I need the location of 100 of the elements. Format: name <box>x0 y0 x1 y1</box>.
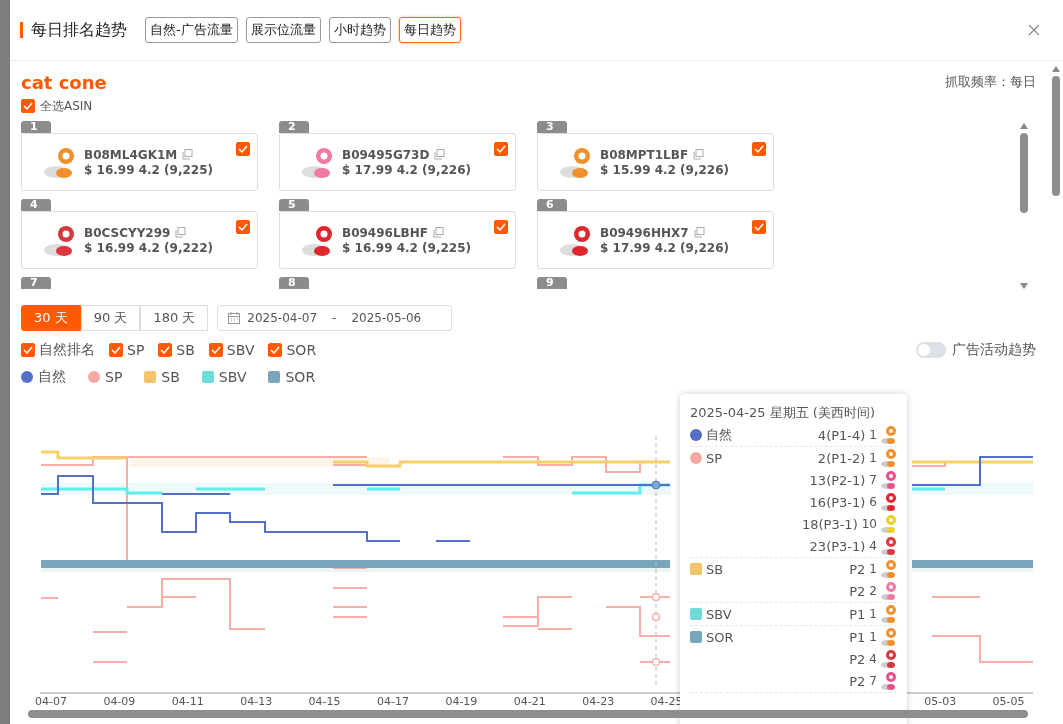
checkbox-label: 全选ASIN <box>40 97 93 115</box>
product-index: 4 <box>869 539 877 553</box>
card-number: 2 <box>279 121 309 133</box>
product-index: 1 <box>869 451 877 465</box>
legend-label[interactable]: SB <box>161 369 180 385</box>
product-index: 4 <box>869 652 877 666</box>
keyword-title: cat cone <box>21 71 107 93</box>
product-index: 1 <box>869 562 877 576</box>
product-card[interactable]: B09496LBHF $ 16.99 4.2 (9,225) <box>279 211 516 269</box>
legend-label[interactable]: 自然 <box>38 368 66 386</box>
product-index: 10 <box>861 517 877 531</box>
axis-label: 04-13 <box>239 695 274 708</box>
scrollbar[interactable] <box>28 710 1028 718</box>
copy-icon[interactable] <box>175 227 187 238</box>
copy-icon[interactable] <box>432 227 444 238</box>
checkbox[interactable] <box>158 343 173 357</box>
product-card[interactable]: B0CSCYY299 $ 16.99 4.2 (9,222) <box>21 211 258 269</box>
axis-label: 04-07 <box>34 695 68 708</box>
card-number: 8 <box>279 277 309 289</box>
checkbox-label: 自然排名 <box>39 341 95 359</box>
checkbox[interactable] <box>752 220 766 234</box>
price-rating-text: $ 16.99 4.2 (9,222) <box>84 240 214 255</box>
copy-icon[interactable] <box>693 149 705 160</box>
calendar-icon <box>228 312 241 324</box>
checkbox[interactable] <box>268 343 283 357</box>
series-name: 自然 <box>706 426 732 444</box>
checkbox[interactable] <box>109 343 123 357</box>
product-index: 7 <box>869 674 877 688</box>
copy-icon[interactable] <box>182 149 194 160</box>
product-index: 2 <box>869 584 877 598</box>
series-name: SBV <box>706 606 732 622</box>
rank-text: P1 <box>849 606 866 622</box>
product-index: 1 <box>869 428 877 442</box>
rank-text: P2 <box>849 561 866 577</box>
price-rating-text: $ 17.99 4.2 (9,226) <box>342 162 472 177</box>
legend-label[interactable]: SOR <box>285 369 316 385</box>
product-card[interactable]: B08MPT1LBF $ 15.99 4.2 (9,226) <box>537 133 774 191</box>
asin-text: B09495G73D <box>342 147 430 162</box>
checkbox-label: SB <box>176 342 195 358</box>
date-range-field[interactable]: 2025-04-07 - 2025-05-06 <box>217 305 453 331</box>
checkbox-label: SP <box>127 342 145 358</box>
legend-label[interactable]: SP <box>105 369 123 385</box>
price-rating-text: $ 16.99 4.2 (9,225) <box>84 162 214 177</box>
checkbox-label: SOR <box>286 342 317 358</box>
rank-text: 16(P3-1) <box>809 494 866 510</box>
rank-text: 4(P1-4) <box>817 427 866 443</box>
card-number: 4 <box>21 199 51 211</box>
series-name: SB <box>706 561 724 577</box>
card-number: 9 <box>537 277 567 289</box>
product-index: 1 <box>869 630 877 644</box>
axis-label: 05-05 <box>991 695 1026 708</box>
axis-label: 04-11 <box>170 695 205 708</box>
checkbox[interactable] <box>236 220 250 234</box>
rank-text: P2 <box>849 651 866 667</box>
card-number: 1 <box>21 121 51 133</box>
rank-text: 2(P1-2) <box>817 450 866 466</box>
toggle-label: 广告活动趋势 <box>952 341 1036 359</box>
rank-text: P1 <box>849 629 866 645</box>
price-rating-text: $ 17.99 4.2 (9,226) <box>600 240 730 255</box>
tab[interactable]: 展示位流量 <box>245 17 321 43</box>
card-number: 6 <box>537 199 567 211</box>
checkbox[interactable] <box>21 343 35 357</box>
checkbox[interactable] <box>494 220 508 234</box>
checkbox[interactable] <box>21 99 35 113</box>
axis-label: 04-23 <box>581 695 616 708</box>
copy-icon[interactable] <box>693 227 705 238</box>
tab[interactable]: 每日趋势 <box>398 17 461 43</box>
asin-text: B08ML4GK1M <box>84 147 178 162</box>
rank-text: 23(P3-1) <box>809 538 866 554</box>
price-rating-text: $ 16.99 4.2 (9,225) <box>342 240 472 255</box>
checkbox-label: SBV <box>226 342 255 358</box>
toggle-switch[interactable] <box>916 342 946 358</box>
rank-text: P2 <box>849 583 866 599</box>
axis-label: 04-21 <box>512 695 547 708</box>
series-name: SP <box>706 450 723 466</box>
range-button[interactable]: 180 天 <box>140 305 209 331</box>
checkbox[interactable] <box>752 142 766 156</box>
tooltip-title: 2025-04-25 星期五 (美西时间) <box>690 404 876 422</box>
axis-label: 04-15 <box>307 695 342 708</box>
rank-text: 18(P3-1) <box>801 516 858 532</box>
checkbox[interactable] <box>208 343 223 357</box>
product-index: 1 <box>869 607 877 621</box>
copy-icon[interactable] <box>434 149 446 160</box>
card-number: 7 <box>21 277 51 289</box>
axis-label: 05-03 <box>923 695 958 708</box>
product-card[interactable]: B09495G73D $ 17.99 4.2 (9,226) <box>279 133 516 191</box>
axis-label: 04-17 <box>376 695 410 708</box>
product-card[interactable]: B09496HHX7 $ 17.99 4.2 (9,226) <box>537 211 774 269</box>
product-index: 7 <box>869 473 877 487</box>
range-button[interactable]: 90 天 <box>80 305 141 331</box>
checkbox[interactable] <box>236 142 250 156</box>
card-number: 3 <box>537 121 567 133</box>
tab[interactable]: 自然-广告流量 <box>145 17 238 43</box>
tab[interactable]: 小时趋势 <box>328 17 391 43</box>
legend-label[interactable]: SBV <box>218 369 247 385</box>
product-card[interactable]: B08ML4GK1M $ 16.99 4.2 (9,225) <box>21 133 258 191</box>
axis-label: 04-19 <box>444 695 479 708</box>
close-icon[interactable] <box>1028 24 1040 36</box>
checkbox[interactable] <box>494 142 508 156</box>
series-name: SOR <box>706 629 734 645</box>
